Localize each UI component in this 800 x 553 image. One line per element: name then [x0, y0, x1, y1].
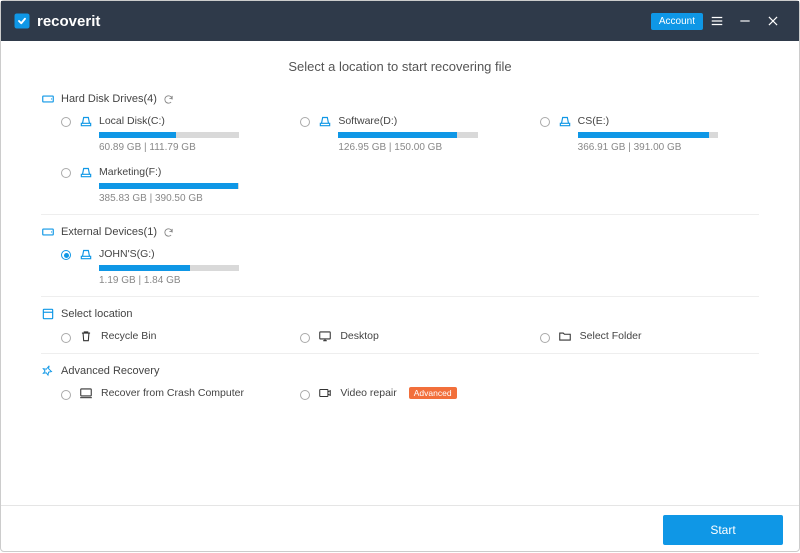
drive-size: 126.95 GB | 150.00 GB	[338, 142, 519, 153]
close-button[interactable]	[759, 7, 787, 35]
radio[interactable]	[61, 250, 71, 260]
adv-crash-recovery[interactable]: Recover from Crash Computer	[61, 386, 280, 400]
drive-item[interactable]: JOHN'S(G:) 1.19 GB | 1.84 GB	[61, 247, 280, 286]
section-label: Select location	[61, 308, 133, 320]
radio[interactable]	[300, 390, 310, 400]
logo-icon	[13, 12, 31, 30]
folder-icon	[558, 329, 572, 343]
drive-name: CS(E:)	[578, 115, 610, 127]
video-icon	[318, 386, 332, 400]
divider	[41, 353, 759, 354]
hdd-icon	[41, 92, 55, 106]
main-content: Select a location to start recovering fi…	[1, 41, 799, 505]
drive-size: 366.91 GB | 391.00 GB	[578, 142, 759, 153]
loc-label: Desktop	[340, 330, 379, 342]
usage-bar	[99, 265, 239, 271]
usage-bar	[99, 132, 239, 138]
drive-size: 385.83 GB | 390.50 GB	[99, 193, 280, 204]
drive-icon	[79, 165, 93, 179]
adv-video-repair[interactable]: Video repair Advanced	[300, 386, 519, 400]
page-title: Select a location to start recovering fi…	[41, 59, 759, 74]
loc-select-folder[interactable]: Select Folder	[540, 329, 759, 343]
drive-name: Marketing(F:)	[99, 166, 161, 178]
advanced-badge: Advanced	[409, 387, 457, 399]
drive-item[interactable]: CS(E:) 366.91 GB | 391.00 GB	[540, 114, 759, 153]
titlebar: recoverit Account	[1, 1, 799, 41]
loc-label: Select Folder	[580, 330, 642, 342]
drive-size: 1.19 GB | 1.84 GB	[99, 275, 280, 286]
section-advanced: Advanced Recovery Recover from Crash Com…	[41, 364, 759, 400]
drive-name: Local Disk(C:)	[99, 115, 165, 127]
usage-bar	[578, 132, 718, 138]
section-location: Select location Recycle Bin Desktop Sele…	[41, 307, 759, 343]
radio[interactable]	[540, 117, 550, 127]
computer-icon	[79, 386, 93, 400]
section-head-ext: External Devices(1)	[41, 225, 759, 239]
drive-name: Software(D:)	[338, 115, 397, 127]
refresh-icon[interactable]	[163, 227, 174, 238]
drive-item[interactable]: Software(D:) 126.95 GB | 150.00 GB	[300, 114, 519, 153]
section-head-hdd: Hard Disk Drives(4)	[41, 92, 759, 106]
section-head-adv: Advanced Recovery	[41, 364, 759, 378]
section-label: External Devices(1)	[61, 226, 157, 238]
section-label: Hard Disk Drives(4)	[61, 93, 157, 105]
loc-recycle-bin[interactable]: Recycle Bin	[61, 329, 280, 343]
section-head-loc: Select location	[41, 307, 759, 321]
advanced-icon	[41, 364, 55, 378]
divider	[41, 214, 759, 215]
usage-bar	[99, 183, 239, 189]
drive-size: 60.89 GB | 111.79 GB	[99, 142, 280, 153]
start-button[interactable]: Start	[663, 515, 783, 545]
app-name: recoverit	[37, 13, 100, 30]
loc-label: Recycle Bin	[101, 330, 156, 342]
app-logo: recoverit	[13, 12, 100, 30]
drive-icon	[79, 247, 93, 261]
minimize-button[interactable]	[731, 7, 759, 35]
drive-icon	[558, 114, 572, 128]
section-hdd: Hard Disk Drives(4) Local Disk(C:) 60.89 …	[41, 92, 759, 204]
radio[interactable]	[300, 117, 310, 127]
radio[interactable]	[61, 117, 71, 127]
divider	[41, 296, 759, 297]
section-ext: External Devices(1) JOHN'S(G:) 1.19 GB | …	[41, 225, 759, 286]
usage-bar	[338, 132, 478, 138]
radio[interactable]	[300, 333, 310, 343]
refresh-icon[interactable]	[163, 94, 174, 105]
drive-name: JOHN'S(G:)	[99, 248, 155, 260]
adv-label: Video repair	[340, 387, 396, 399]
radio[interactable]	[61, 168, 71, 178]
radio[interactable]	[61, 390, 71, 400]
account-button[interactable]: Account	[651, 13, 703, 30]
drive-item[interactable]: Marketing(F:) 385.83 GB | 390.50 GB	[61, 165, 280, 204]
footer: Start	[1, 505, 799, 553]
adv-label: Recover from Crash Computer	[101, 387, 244, 399]
menu-button[interactable]	[703, 7, 731, 35]
loc-desktop[interactable]: Desktop	[300, 329, 519, 343]
radio[interactable]	[61, 333, 71, 343]
drive-icon	[79, 114, 93, 128]
radio[interactable]	[540, 333, 550, 343]
drive-item[interactable]: Local Disk(C:) 60.89 GB | 111.79 GB	[61, 114, 280, 153]
recycle-bin-icon	[79, 329, 93, 343]
desktop-icon	[318, 329, 332, 343]
location-icon	[41, 307, 55, 321]
external-icon	[41, 225, 55, 239]
drive-icon	[318, 114, 332, 128]
section-label: Advanced Recovery	[61, 365, 159, 377]
